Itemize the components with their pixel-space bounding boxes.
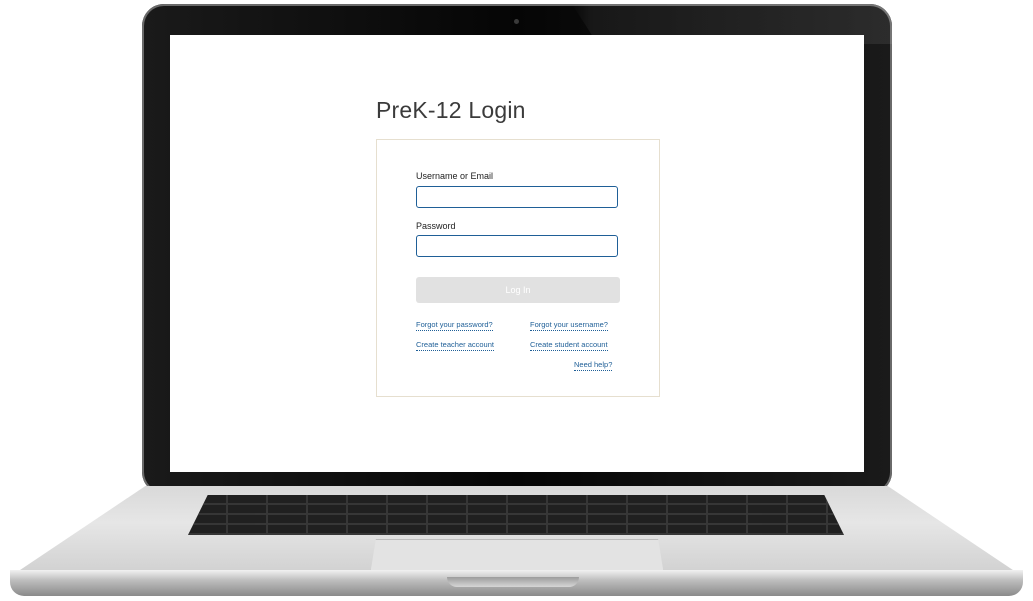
- keyboard: [188, 495, 844, 535]
- page-title: PreK-12 Login: [376, 97, 526, 123]
- webcam-icon: [514, 19, 519, 24]
- laptop-screen: PreK-12 Login Username or Email Password…: [170, 35, 864, 472]
- laptop-lid: PreK-12 Login Username or Email Password…: [142, 4, 892, 494]
- login-button[interactable]: Log In: [416, 277, 620, 303]
- lid-opening-notch: [447, 577, 579, 587]
- login-panel: Username or Email Password Log In Forgot…: [376, 139, 660, 397]
- username-input[interactable]: [416, 186, 618, 208]
- create-teacher-account-link[interactable]: Create teacher account: [416, 340, 494, 351]
- forgot-password-link[interactable]: Forgot your password?: [416, 320, 493, 331]
- keyboard-keys: [188, 495, 844, 535]
- need-help-link[interactable]: Need help?: [574, 360, 613, 371]
- password-input[interactable]: [416, 235, 618, 257]
- password-label: Password: [416, 221, 456, 231]
- username-label: Username or Email: [416, 171, 494, 181]
- forgot-username-link[interactable]: Forgot your username?: [530, 320, 608, 331]
- create-student-account-link[interactable]: Create student account: [530, 340, 608, 351]
